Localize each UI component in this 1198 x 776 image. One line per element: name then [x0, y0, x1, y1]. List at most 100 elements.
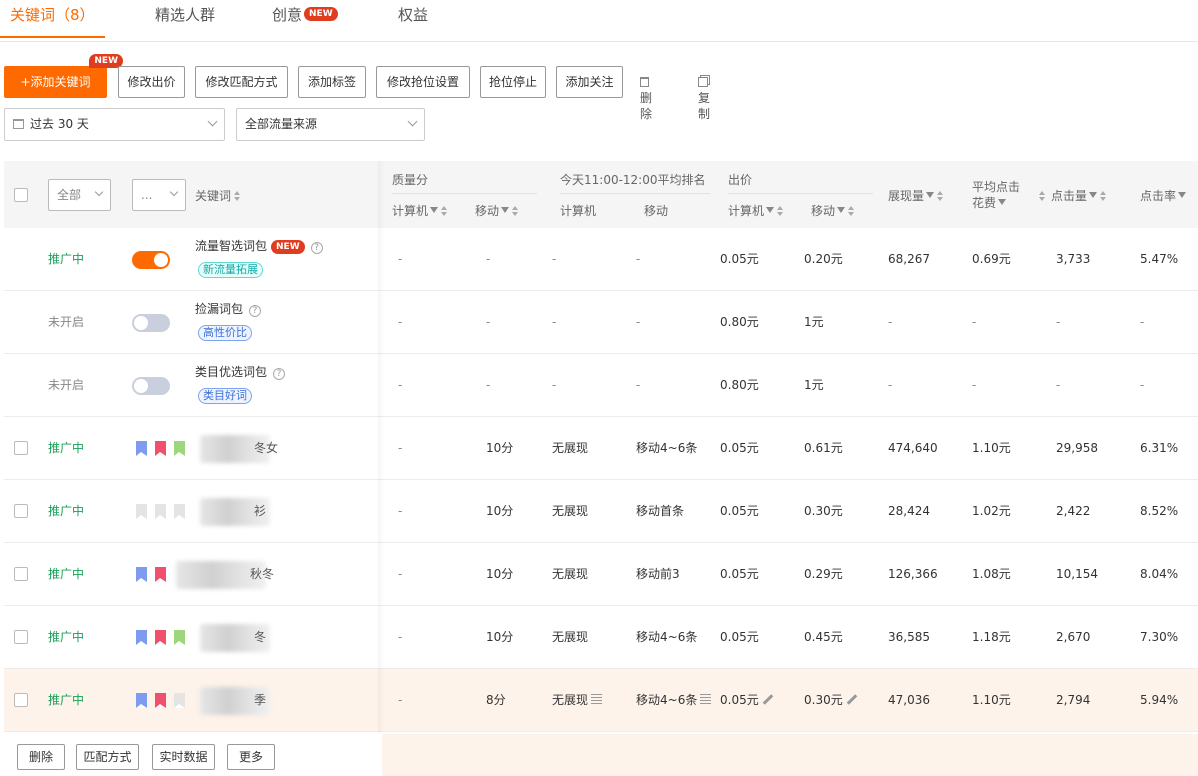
table-row[interactable]: 推广中 冬 - 10分 无展现 移动4~6条 0.05元 0.45元 36,585 1.18元 2,…: [4, 606, 1198, 669]
cell-bid-m[interactable]: 0.45元: [804, 606, 843, 668]
keyword-text[interactable]: 秋冬: [250, 543, 274, 605]
row-toggle[interactable]: [132, 314, 170, 332]
bookmark-icon[interactable]: [155, 693, 166, 708]
modify-match-button[interactable]: 修改匹配方式: [195, 66, 288, 98]
add-follow-button[interactable]: 添加关注: [556, 66, 623, 98]
delete-link[interactable]: 删除: [640, 74, 653, 122]
cell-bid-m[interactable]: 1元: [804, 354, 824, 416]
row-checkbox[interactable]: [14, 567, 28, 581]
bookmark-icon[interactable]: [136, 441, 147, 456]
keyword-package-name[interactable]: 类目优选词包?: [195, 364, 286, 380]
keyword-text[interactable]: 衫: [254, 480, 266, 542]
cell-bid-pc[interactable]: 0.05元: [720, 228, 759, 290]
tab-audience[interactable]: 精选人群: [155, 4, 215, 38]
select-all-checkbox[interactable]: [14, 188, 28, 202]
row-toggle[interactable]: [132, 251, 170, 269]
cell-value: 8.52%: [1140, 504, 1179, 518]
bookmark-icon[interactable]: [136, 504, 147, 519]
modify-bid-button[interactable]: 修改出价: [118, 66, 185, 98]
col-clicks[interactable]: 点击量: [1036, 188, 1107, 204]
table-row[interactable]: 未开启 类目优选词包? 类目好词 - - - - 0.80元 1元 - - - -: [4, 354, 1198, 417]
col-bid-mobile[interactable]: 移动: [811, 203, 855, 219]
status-filter-select[interactable]: 全部: [48, 179, 111, 211]
row-toggle[interactable]: [132, 377, 170, 395]
batch-delete-button[interactable]: 删除: [17, 744, 65, 770]
copy-link[interactable]: 复制: [698, 74, 712, 122]
col-ctr[interactable]: 点击率: [1140, 188, 1187, 204]
cell-value: -: [1056, 378, 1061, 392]
edit-icon[interactable]: [762, 694, 774, 705]
help-icon[interactable]: ?: [249, 305, 262, 317]
help-icon[interactable]: ?: [273, 368, 286, 380]
keyword-tag: 新流量拓展: [198, 262, 263, 278]
cell-bid-m[interactable]: 0.30元: [804, 669, 858, 731]
keyword-text[interactable]: 冬: [254, 606, 266, 668]
table-row[interactable]: 未开启 捡漏词包? 高性价比 - - - - 0.80元 1元 - - - -: [4, 291, 1198, 354]
row-checkbox[interactable]: [14, 504, 28, 518]
table-row[interactable]: 推广中 季 - 8分 无展现 移动4~6条 0.05元 0.30元 47,036 1.10元 2,7…: [4, 669, 1198, 732]
cell-bid-m[interactable]: 1元: [804, 291, 824, 353]
row-checkbox[interactable]: [14, 441, 28, 455]
bookmark-icon[interactable]: [174, 504, 185, 519]
cell-bid-pc[interactable]: 0.80元: [720, 354, 759, 416]
add-tag-button[interactable]: 添加标签: [298, 66, 366, 98]
bookmark-icon[interactable]: [136, 693, 147, 708]
date-range-select[interactable]: 过去 30 天: [4, 108, 225, 141]
cell-value: 1.10元: [972, 693, 1011, 707]
cell-rank-m: -: [636, 354, 640, 416]
cell-bid-m[interactable]: 0.30元: [804, 480, 843, 542]
table-row[interactable]: 推广中 流量智选词包 NEW? 新流量拓展 - - - - 0.05元 0.20元 68,267 0.…: [4, 228, 1198, 291]
col-keyword[interactable]: 关键词: [195, 188, 241, 204]
cell-cpc: -: [972, 291, 976, 353]
col-bid-pc[interactable]: 计算机: [728, 203, 784, 219]
cell-bid-pc[interactable]: 0.80元: [720, 291, 759, 353]
bookmark-icon[interactable]: [136, 630, 147, 645]
table-row[interactable]: 推广中 秋冬 - 10分 无展现 移动前3 0.05元 0.29元 126,366 1.08元 10…: [4, 543, 1198, 606]
more-button[interactable]: 更多: [227, 744, 275, 770]
cell-bid-m[interactable]: 0.20元: [804, 228, 843, 290]
bookmark-icon[interactable]: [174, 630, 185, 645]
tab-creative[interactable]: 创意 NEW: [272, 4, 338, 38]
add-keyword-button[interactable]: +添加关键词 NEW: [4, 54, 123, 98]
modify-rank-button[interactable]: 修改抢位设置: [376, 66, 470, 98]
list-icon[interactable]: [591, 694, 603, 704]
bookmark-icon[interactable]: [136, 567, 147, 582]
bookmark-icon[interactable]: [155, 567, 166, 582]
cell-bid-pc[interactable]: 0.05元: [720, 480, 759, 542]
table-row[interactable]: 推广中 冬女 - 10分 无展现 移动4~6条 0.05元 0.61元 474,640 1.10元…: [4, 417, 1198, 480]
cell-bid-pc[interactable]: 0.05元: [720, 669, 774, 731]
row-checkbox[interactable]: [14, 693, 28, 707]
keyword-package-name[interactable]: 流量智选词包 NEW?: [195, 238, 323, 254]
keyword-text[interactable]: 冬女: [254, 417, 278, 479]
bookmark-icon[interactable]: [174, 693, 185, 708]
table-row[interactable]: 推广中 衫 - 10分 无展现 移动首条 0.05元 0.30元 28,424 1.02元 2,42…: [4, 480, 1198, 543]
col-qs-mobile[interactable]: 移动: [475, 203, 519, 219]
keyword-text[interactable]: 季: [254, 669, 266, 731]
traffic-source-select[interactable]: 全部流量来源: [236, 108, 425, 141]
cell-bid-m[interactable]: 0.29元: [804, 543, 843, 605]
cell-qs-pc: -: [398, 669, 402, 731]
col-impressions[interactable]: 展现量: [888, 188, 944, 204]
cell-clicks: 2,422: [1056, 480, 1090, 542]
bookmark-icon[interactable]: [174, 441, 185, 456]
bookmark-icon[interactable]: [155, 630, 166, 645]
keyword-package-name[interactable]: 捡漏词包?: [195, 301, 262, 317]
bookmark-icon[interactable]: [155, 504, 166, 519]
row-checkbox[interactable]: [14, 630, 28, 644]
tab-keywords[interactable]: 关键词（8）: [0, 4, 105, 38]
edit-icon[interactable]: [846, 694, 858, 705]
col-qs-pc[interactable]: 计算机: [392, 203, 448, 219]
stop-rank-button[interactable]: 抢位停止: [480, 66, 546, 98]
cell-bid-m[interactable]: 0.61元: [804, 417, 843, 479]
batch-match-button[interactable]: 匹配方式: [76, 744, 139, 770]
cell-bid-pc[interactable]: 0.05元: [720, 543, 759, 605]
list-icon[interactable]: [700, 694, 712, 704]
cell-bid-pc[interactable]: 0.05元: [720, 417, 759, 479]
bookmark-icon[interactable]: [155, 441, 166, 456]
cell-bid-pc[interactable]: 0.05元: [720, 606, 759, 668]
col-avg-cpc[interactable]: 平均点击 花费: [972, 179, 1020, 211]
more-filter-select[interactable]: ...: [132, 179, 186, 211]
tab-benefits[interactable]: 权益: [398, 4, 428, 38]
help-icon[interactable]: ?: [310, 242, 323, 254]
realtime-data-button[interactable]: 实时数据: [152, 744, 215, 770]
